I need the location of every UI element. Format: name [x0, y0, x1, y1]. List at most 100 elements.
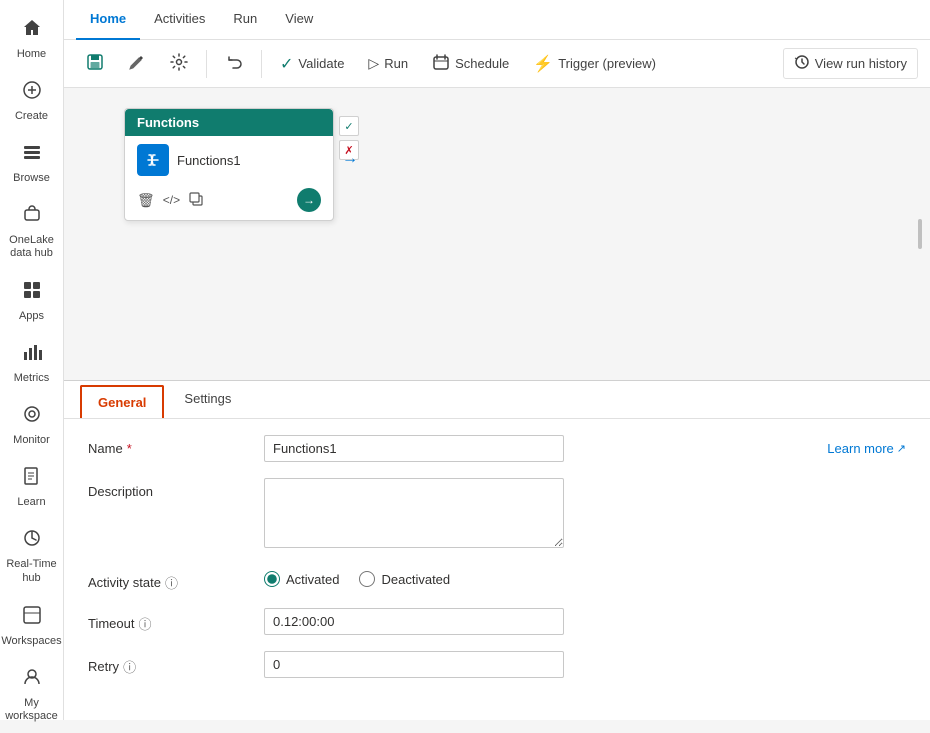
- activity-state-field: Activated Deactivated: [264, 567, 906, 587]
- sidebar-item-create-label: Create: [15, 110, 48, 122]
- sidebar-item-myworkspace[interactable]: Myworkspace: [0, 657, 64, 733]
- radio-activated-input[interactable]: [264, 571, 280, 587]
- advanced-section[interactable]: ▶ Advanced: [64, 710, 930, 720]
- sidebar-item-learn[interactable]: Learn: [0, 456, 64, 518]
- description-textarea[interactable]: [264, 478, 564, 548]
- view-history-label: View run history: [815, 56, 907, 71]
- radio-group-activity-state: Activated Deactivated: [264, 567, 906, 587]
- timeout-info-icon[interactable]: ⓘ: [138, 614, 151, 633]
- code-icon[interactable]: </>: [163, 193, 180, 207]
- validate-button[interactable]: ✓ Validate: [270, 49, 354, 79]
- home-icon: [22, 18, 42, 44]
- name-label: Name *: [88, 435, 248, 456]
- schedule-icon: [432, 53, 450, 74]
- edit-button[interactable]: [118, 48, 156, 79]
- tab-run[interactable]: Run: [219, 0, 271, 40]
- sidebar-item-metrics-label: Metrics: [14, 372, 49, 384]
- sidebar-item-myworkspace-label: Myworkspace: [5, 697, 58, 723]
- radio-deactivated-label: Deactivated: [381, 572, 450, 587]
- schedule-button[interactable]: Schedule: [422, 48, 519, 79]
- sidebar-item-workspaces[interactable]: Workspaces: [0, 595, 64, 657]
- sidebar-item-metrics[interactable]: Metrics: [0, 332, 64, 394]
- schedule-label: Schedule: [455, 56, 509, 71]
- settings-icon: [170, 53, 188, 74]
- validate-icon: ✓: [280, 54, 293, 74]
- name-input[interactable]: [264, 435, 564, 462]
- functions-card-name: Functions1: [177, 153, 241, 168]
- toolbar-separator-1: [206, 50, 207, 78]
- tab-view[interactable]: View: [271, 0, 327, 40]
- card-navigate-arrow[interactable]: →: [297, 188, 321, 212]
- sidebar-item-apps-label: Apps: [19, 310, 44, 322]
- sidebar-item-home[interactable]: Home: [0, 8, 64, 70]
- tab-home[interactable]: Home: [76, 0, 140, 40]
- timeout-input[interactable]: [264, 608, 564, 635]
- sidebar-item-apps[interactable]: Apps: [0, 270, 64, 332]
- radio-deactivated[interactable]: Deactivated: [359, 571, 450, 587]
- validate-label: Validate: [298, 56, 344, 71]
- undo-button[interactable]: [215, 48, 253, 79]
- sidebar-item-onelake[interactable]: OneLakedata hub: [0, 194, 64, 270]
- view-history-button[interactable]: View run history: [783, 48, 918, 79]
- radio-deactivated-input[interactable]: [359, 571, 375, 587]
- sidebar-item-create[interactable]: Create: [0, 70, 64, 132]
- edit-icon: [128, 53, 146, 74]
- run-button[interactable]: ▷ Run: [358, 50, 418, 77]
- save-icon: [86, 53, 104, 74]
- form-row-retry: Retry ⓘ: [88, 651, 906, 678]
- sidebar-item-realtime[interactable]: Real-Timehub: [0, 518, 64, 594]
- sidebar-item-workspaces-label: Workspaces: [1, 635, 61, 647]
- card-check-button[interactable]: ✓: [339, 116, 359, 136]
- run-label: Run: [384, 56, 408, 71]
- undo-icon: [225, 53, 243, 74]
- history-icon: [794, 54, 810, 73]
- sidebar-item-browse[interactable]: Browse: [0, 132, 64, 194]
- resize-handle[interactable]: [918, 219, 922, 249]
- copy-icon[interactable]: [188, 191, 204, 210]
- description-field-wrap: [264, 478, 906, 551]
- form-row-name: Name * Learn more ↗: [88, 435, 906, 462]
- timeout-field-wrap: [264, 608, 906, 635]
- toolbar-separator-2: [261, 50, 262, 78]
- top-nav: Home Activities Run View: [64, 0, 930, 40]
- sidebar: Home Create Browse OneLakedata hub Apps …: [0, 0, 64, 720]
- panel-tab-general-label: General: [98, 395, 146, 410]
- timeout-label: Timeout ⓘ: [88, 608, 248, 633]
- panel-tabs: General Settings: [64, 381, 930, 419]
- form-row-activity-state: Activity state ⓘ Activated Deactivated: [88, 567, 906, 592]
- learn-more-link[interactable]: Learn more ↗: [827, 441, 906, 456]
- run-icon: ▷: [368, 55, 379, 72]
- tab-home-label: Home: [90, 11, 126, 26]
- workspaces-icon: [22, 605, 42, 631]
- trigger-button[interactable]: ⚡ Trigger (preview): [523, 49, 666, 79]
- browse-icon: [22, 142, 42, 168]
- name-field-wrap: [264, 435, 803, 462]
- settings-button[interactable]: [160, 48, 198, 79]
- radio-activated[interactable]: Activated: [264, 571, 339, 587]
- canvas-area: Functions Functions1 🗑 </>: [64, 88, 930, 380]
- functions-card-header: Functions: [125, 109, 333, 136]
- sidebar-item-monitor[interactable]: Monitor: [0, 394, 64, 456]
- description-label: Description: [88, 478, 248, 499]
- functions-card[interactable]: Functions Functions1 🗑 </>: [124, 108, 334, 221]
- sidebar-item-browse-label: Browse: [13, 172, 50, 184]
- form-content: Name * Learn more ↗ Description: [64, 419, 930, 710]
- save-button[interactable]: [76, 48, 114, 79]
- trigger-label: Trigger (preview): [558, 56, 656, 71]
- panel-tab-general[interactable]: General: [80, 385, 164, 418]
- tab-activities-label: Activities: [154, 11, 205, 26]
- functions-card-title: Functions: [137, 115, 199, 130]
- tab-activities[interactable]: Activities: [140, 0, 219, 40]
- learn-icon: [22, 466, 42, 492]
- card-right-arrow[interactable]: →: [342, 150, 358, 168]
- retry-info-icon[interactable]: ⓘ: [123, 657, 136, 676]
- panel-tab-settings[interactable]: Settings: [168, 381, 247, 418]
- realtime-icon: [22, 528, 42, 554]
- retry-input[interactable]: [264, 651, 564, 678]
- delete-icon[interactable]: 🗑: [137, 192, 155, 209]
- activity-state-info-icon[interactable]: ⓘ: [165, 573, 178, 592]
- create-icon: [22, 80, 42, 106]
- apps-icon: [22, 280, 42, 306]
- trigger-icon: ⚡: [533, 54, 553, 74]
- sidebar-item-onelake-label: OneLakedata hub: [9, 234, 54, 260]
